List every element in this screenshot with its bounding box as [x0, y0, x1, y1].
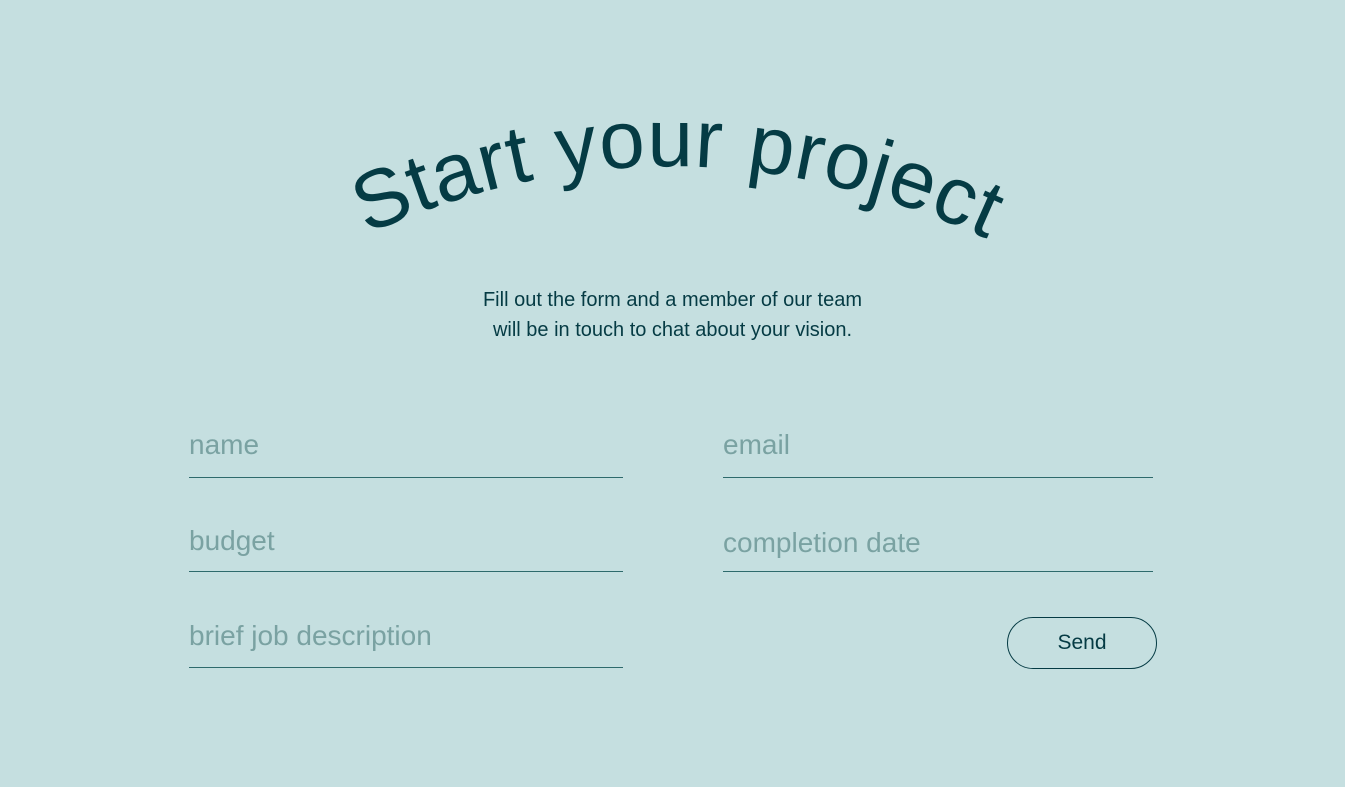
send-button[interactable]: Send — [1007, 617, 1157, 669]
completion-date-field[interactable] — [723, 515, 1153, 572]
subtitle-line-2: will be in touch to chat about your visi… — [492, 319, 853, 341]
title-textpath: Start your project — [339, 100, 1017, 256]
page-title: Start your project — [0, 100, 1345, 300]
page-subtitle: Fill out the form and a member of our te… — [0, 285, 1345, 345]
title-text: Start your project — [339, 100, 1018, 256]
curved-title-svg: Start your project — [339, 100, 1018, 256]
subtitle-line-1: Fill out the form and a member of our te… — [482, 289, 863, 311]
budget-field[interactable] — [189, 510, 623, 572]
name-field[interactable] — [189, 412, 623, 478]
email-field[interactable] — [723, 412, 1153, 478]
job-description-field[interactable] — [189, 604, 623, 668]
